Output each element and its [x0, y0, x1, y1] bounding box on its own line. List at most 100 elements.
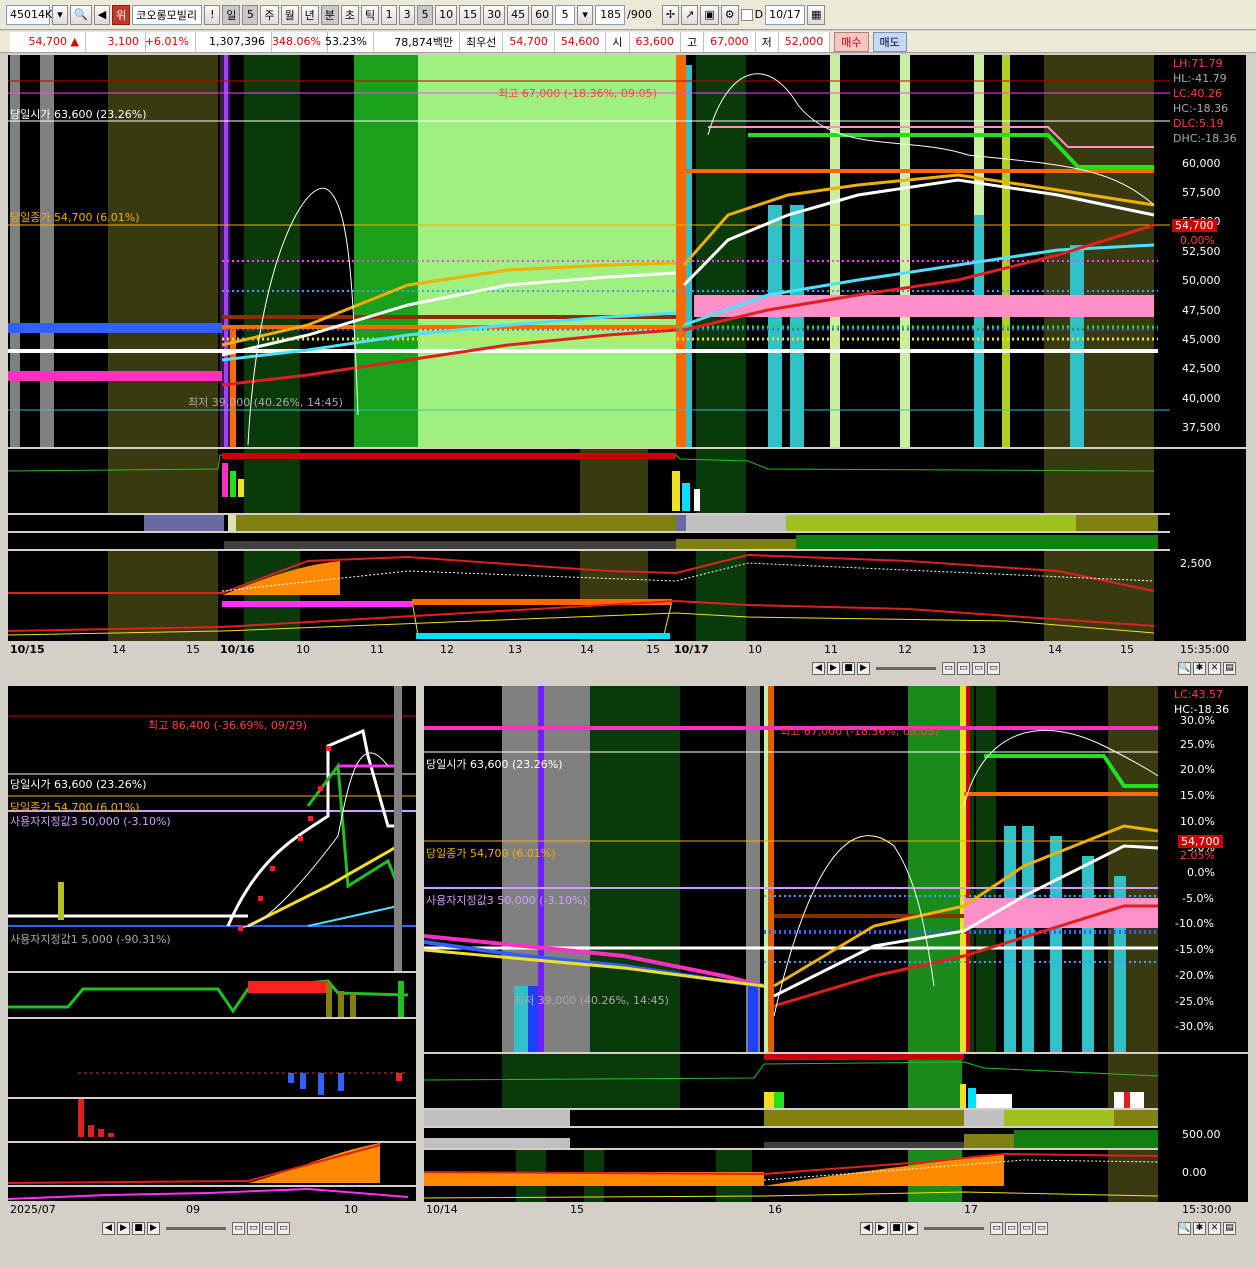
interval-30-button[interactable]: 30	[483, 4, 506, 25]
stop-button[interactable]: ■	[842, 661, 855, 675]
period-year-button[interactable]: 년	[300, 4, 319, 25]
zoom-icon[interactable]: 🔍	[1178, 1221, 1191, 1235]
top-macd-panel[interactable]	[8, 551, 1170, 641]
alert-button[interactable]: !	[204, 4, 221, 25]
bottom-right-chart[interactable]: 최고 67,000 (-18.36%, 09:05) 당일시가 63,600 (…	[424, 686, 1158, 1052]
interval-dropdown-icon[interactable]: ▾	[577, 4, 594, 25]
date-input[interactable]: 10/17	[765, 4, 806, 25]
br-info-lc: LC:43.57	[1174, 688, 1224, 701]
fit-icon[interactable]: ▤	[1223, 1221, 1236, 1235]
top-volume-panel[interactable]	[8, 449, 1170, 513]
tool-icon[interactable]: ▭	[1035, 1221, 1048, 1235]
br-band-panel[interactable]	[424, 1110, 1158, 1126]
period-num-button[interactable]: 5	[242, 4, 259, 25]
pin-icon[interactable]: ✱	[1193, 1221, 1206, 1235]
interval-3-button[interactable]: 3	[399, 4, 416, 25]
scroll-right-button[interactable]: ▶	[827, 661, 840, 675]
interval-60-button[interactable]: 60	[531, 4, 554, 25]
zoom-slider[interactable]	[876, 666, 936, 670]
save-icon[interactable]: ▣	[700, 4, 719, 25]
top-trend-panel[interactable]	[8, 533, 1170, 549]
stock-name-field[interactable]: 코오롱모빌리	[132, 4, 203, 25]
bl-sub-panel-5[interactable]	[8, 1187, 416, 1201]
date-checkbox[interactable]	[740, 8, 753, 21]
tool-icon[interactable]: ▭	[262, 1221, 275, 1235]
bl-sub-panel-2[interactable]	[8, 1019, 416, 1097]
interval-input[interactable]: 5	[555, 4, 576, 25]
zoom-slider[interactable]	[924, 1226, 984, 1230]
scroll-right-button[interactable]: ▶	[117, 1221, 130, 1235]
play-button[interactable]: ▶	[147, 1221, 160, 1235]
tool-icon[interactable]: ▭	[987, 661, 1000, 675]
stop-button[interactable]: ■	[890, 1221, 903, 1235]
br-macd-panel[interactable]	[424, 1150, 1158, 1202]
stop-button[interactable]: ■	[132, 1221, 145, 1235]
zoom-icon[interactable]: 🔍	[1178, 661, 1191, 675]
up-arrow-icon: ▲	[70, 35, 79, 48]
period-month-button[interactable]: 월	[280, 4, 299, 25]
play-button[interactable]: ▶	[905, 1221, 918, 1235]
info-dlc: DLC:5.19	[1173, 117, 1224, 130]
settings-icon[interactable]: ⚙	[720, 4, 739, 25]
tool-icon[interactable]: ▭	[942, 661, 955, 675]
bl-sub-panel-4[interactable]	[8, 1143, 416, 1185]
period-second-button[interactable]: 초	[340, 4, 360, 25]
br-volume-panel[interactable]	[424, 1054, 1158, 1108]
scroll-left-button[interactable]: ◀	[102, 1221, 115, 1235]
period-day-button[interactable]: 일	[222, 4, 241, 25]
tool-icon[interactable]: ▭	[1020, 1221, 1033, 1235]
interval-10-button[interactable]: 10	[435, 4, 458, 25]
period-minute-button[interactable]: 분	[320, 4, 339, 25]
period-week-button[interactable]: 주	[260, 4, 279, 25]
trend-tool-icon[interactable]: ↗	[681, 4, 699, 25]
interval-5-button[interactable]: 5	[417, 4, 434, 25]
tool-icon[interactable]: ▭	[957, 661, 970, 675]
vertical-divider[interactable]	[417, 686, 423, 1238]
bottom-left-chart[interactable]: 최고 86,400 (-36.69%, 09/29) 당일시가 63,600 (…	[8, 686, 416, 971]
tool-icon[interactable]: ▭	[247, 1221, 260, 1235]
close-icon[interactable]: ✕	[1208, 1221, 1221, 1235]
fit-icon[interactable]: ▤	[1223, 661, 1236, 675]
calendar-icon[interactable]: ▦	[807, 4, 826, 25]
br-scroll-controls[interactable]: ◀ ▶ ■ ▶ ▭ ▭ ▭ ▭	[860, 1220, 1174, 1236]
top-zoom-controls[interactable]: 🔍 ✱ ✕ ▤	[1178, 660, 1248, 676]
tool-icon[interactable]: ▭	[1005, 1221, 1018, 1235]
speaker-icon[interactable]: ◀	[93, 4, 111, 25]
period-tick-button[interactable]: 틱	[361, 4, 380, 25]
interval-45-button[interactable]: 45	[507, 4, 530, 25]
close-icon[interactable]: ✕	[1208, 661, 1221, 675]
tool-icon[interactable]: ▭	[232, 1221, 245, 1235]
scroll-left-button[interactable]: ◀	[860, 1221, 873, 1235]
top-scroll-controls[interactable]: ◀ ▶ ■ ▶ ▭ ▭ ▭ ▭	[812, 660, 1172, 676]
buy-button[interactable]: 매수	[834, 31, 869, 52]
scroll-left-button[interactable]: ◀	[812, 661, 825, 675]
tool-icon[interactable]: ▭	[990, 1221, 1003, 1235]
pct-tick: -15.0%	[1175, 943, 1214, 956]
top-trend-svg	[224, 535, 1158, 549]
count-input[interactable]: 185	[595, 4, 626, 25]
x-tick: 2025/07	[10, 1203, 56, 1216]
price-tick: 40,000	[1182, 392, 1221, 405]
br-zoom-controls[interactable]: 🔍 ✱ ✕ ▤	[1178, 1220, 1248, 1236]
stock-code-input[interactable]: 45014K	[6, 4, 52, 25]
sell-button[interactable]: 매도	[872, 31, 907, 52]
code-dropdown-icon[interactable]: ▾	[52, 4, 68, 25]
bl-sub-panel-3[interactable]	[8, 1099, 416, 1141]
tool-icon[interactable]: ▭	[277, 1221, 290, 1235]
interval-15-button[interactable]: 15	[459, 4, 482, 25]
top-band-panel[interactable]	[8, 515, 1170, 531]
crosshair-icon[interactable]: ✢	[661, 4, 680, 25]
tool-icon[interactable]: ▭	[972, 661, 985, 675]
play-button[interactable]: ▶	[857, 661, 870, 675]
br-trend-panel[interactable]	[424, 1128, 1158, 1148]
panel-divider[interactable]	[0, 678, 1256, 684]
zoom-slider[interactable]	[166, 1226, 226, 1230]
bl-scroll-controls[interactable]: ◀ ▶ ■ ▶ ▭ ▭ ▭ ▭	[102, 1220, 416, 1236]
scroll-right-button[interactable]: ▶	[875, 1221, 888, 1235]
price-change: 3,100	[86, 31, 146, 52]
top-chart-main[interactable]: 최고 67,000 (-18.36%, 09:05) 당일시가 63,600 (…	[8, 55, 1170, 447]
bl-sub-panel-1[interactable]	[8, 973, 416, 1017]
pin-icon[interactable]: ✱	[1193, 661, 1206, 675]
interval-1-button[interactable]: 1	[381, 4, 398, 25]
search-icon[interactable]: 🔍	[70, 4, 92, 25]
